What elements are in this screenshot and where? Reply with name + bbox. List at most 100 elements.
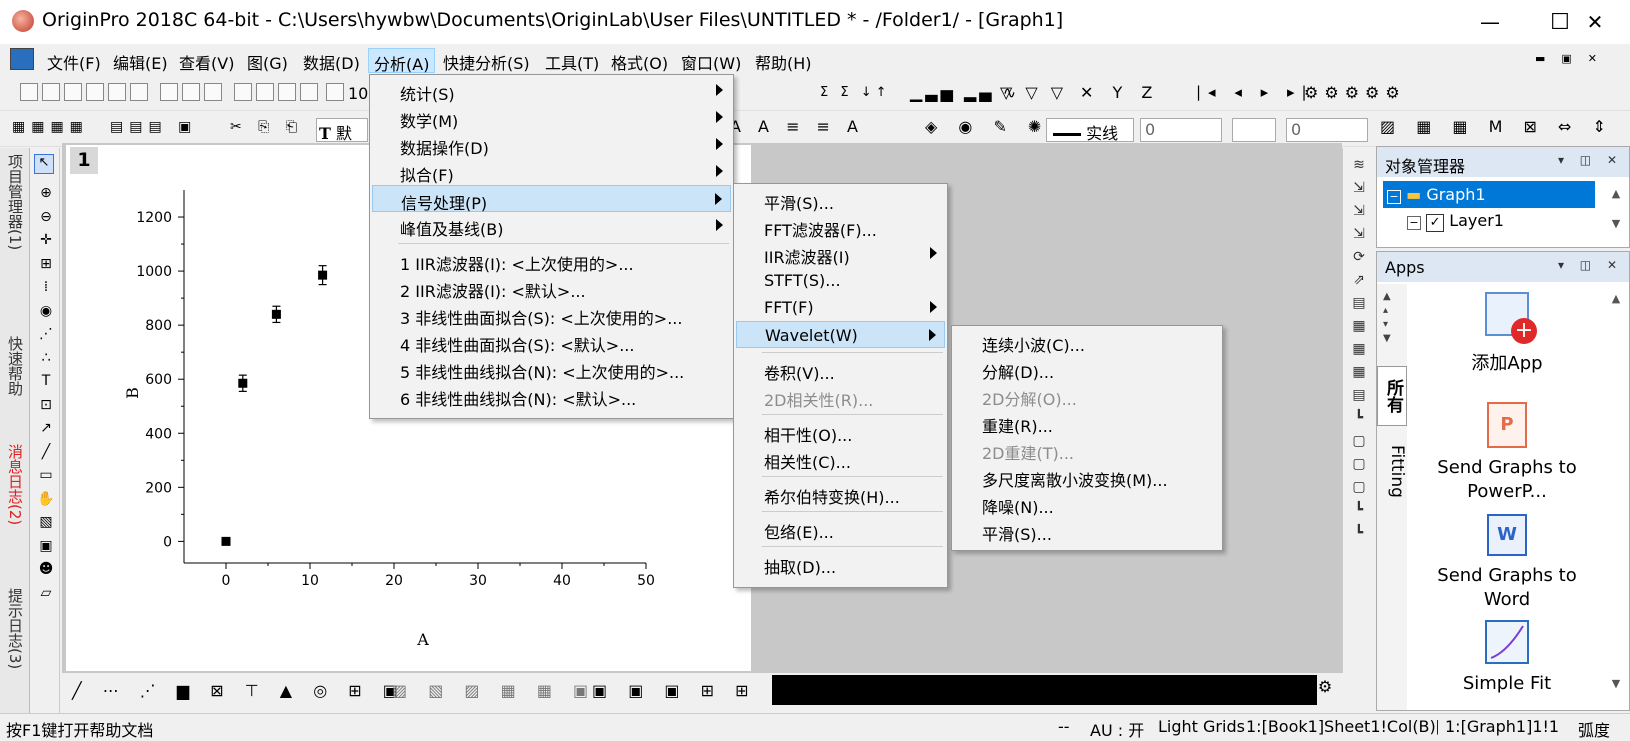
simple-fit-card[interactable]: Simple Fit <box>1407 620 1607 696</box>
status-auto-update[interactable]: AU : 开 <box>1090 717 1144 741</box>
clipboard-icons[interactable]: ✂ ⎘ ⎗ <box>230 119 303 135</box>
layer-tool-icons[interactable]: ≋ ⇲ ⇲ ⇲ ⟳ ⇗ ▤ ▦ ▦ ▦ ▤ ┗ ▢ ▢ ▢ ┗ ┗ <box>1349 154 1369 545</box>
project-manager-tab[interactable]: 项目管理器(1) <box>2 154 28 324</box>
quick-help-tab[interactable]: 快速帮助 <box>2 336 28 436</box>
menu-decimate[interactable]: 抽取(D)... <box>736 550 945 577</box>
menu-quick-analysis[interactable]: 快捷分析(S) <box>438 48 535 73</box>
send-to-powerpoint-card[interactable]: P Send Graphs to PowerP... <box>1407 402 1607 504</box>
new-layout-icon[interactable] <box>204 83 222 101</box>
menu-correlation[interactable]: 相关性(C)... <box>736 445 945 472</box>
new-project-icon[interactable] <box>20 83 38 101</box>
menu-format[interactable]: 格式(O) <box>606 48 673 73</box>
worksheet-tool-icons[interactable]: ▦▦▦▦ <box>12 119 89 135</box>
graph-tool-icon[interactable]: ⚙ <box>1312 677 1338 703</box>
menu-math[interactable]: 数学(M) <box>372 104 731 131</box>
menu-coherence[interactable]: 相干性(O)... <box>736 418 945 445</box>
menu-convolution[interactable]: 卷积(V)... <box>736 356 945 383</box>
fill-color-icons[interactable]: ◈ ◉ ✎ ✺ <box>925 117 1049 136</box>
menu-iir-filter[interactable]: IIR滤波器(I) <box>736 240 945 267</box>
menu-peaks-baseline[interactable]: 峰值及基线(B) <box>372 212 731 239</box>
new-function-icon[interactable] <box>160 83 178 101</box>
send-to-word-card[interactable]: W Send Graphs to Word <box>1407 514 1607 612</box>
recent-item-6[interactable]: 6 非线性曲线拟合(N): <默认>... <box>372 382 731 409</box>
close-button[interactable]: ✕ <box>1560 0 1630 44</box>
menu-stft[interactable]: STFT(S)... <box>736 267 945 294</box>
menu-tools[interactable]: 工具(T) <box>540 48 604 73</box>
graph-window-icon[interactable] <box>10 48 34 70</box>
menu-fitting[interactable]: 拟合(F) <box>372 158 731 185</box>
hint-log-tab[interactable]: 提示日志(3) <box>2 588 28 708</box>
recent-item-4[interactable]: 4 非线性曲面拟合(S): <默认>... <box>372 328 731 355</box>
open-template-icon[interactable] <box>256 83 274 101</box>
layout-icons[interactable]: ▨ ▦ ▦ M ⊠ ⇔ ⇕ <box>1380 117 1614 136</box>
3d-plot-icons[interactable]: ▨ ▧ ▨ ▦ ▦ ▣ <box>392 681 596 700</box>
pointer-tool-icon[interactable]: ↖ <box>34 154 54 174</box>
menu-edit[interactable]: 编辑(E) <box>108 48 173 73</box>
line-width-field[interactable]: 0 <box>1140 118 1222 142</box>
menu-statistics[interactable]: 统计(S) <box>372 77 731 104</box>
symbol-size-field[interactable]: 0 <box>1286 118 1368 142</box>
recent-item-1[interactable]: 1 IIR滤波器(I): <上次使用的>... <box>372 247 731 274</box>
open-icon[interactable] <box>234 83 252 101</box>
menu-hilbert[interactable]: 希尔伯特变换(H)... <box>736 480 945 507</box>
apps-scrollbar[interactable]: ▲ ▼ <box>1605 286 1627 706</box>
axis-icons[interactable]: ✕ Y Z <box>1080 83 1159 102</box>
recent-item-3[interactable]: 3 非线性曲面拟合(S): <上次使用的>... <box>372 301 731 328</box>
menu-data-manipulation[interactable]: 数据操作(D) <box>372 131 731 158</box>
graph-tools-icons[interactable]: ⊕ ⊖ ✛ ⊞ ⁞ ◉ ⋰ ∴ T ⊡ ↗ ╱ ▭ ✋ ▧ ▣ ☻ ▱ <box>36 182 56 605</box>
menu-reconstruct[interactable]: 重建(R)... <box>954 409 1220 436</box>
new-sheet-icon[interactable] <box>86 83 104 101</box>
layer-checkbox[interactable]: ✓ <box>1426 214 1445 232</box>
new-notes-icon[interactable] <box>182 83 200 101</box>
app-tool-icons[interactable]: ⚙⚙⚙⚙⚙ <box>1304 83 1406 102</box>
collapse-icon[interactable]: − <box>1407 216 1421 230</box>
line-style-select[interactable]: 实线 <box>1046 118 1134 143</box>
recent-item-2[interactable]: 2 IIR滤波器(I): <默认>... <box>372 274 731 301</box>
menu-continuous-wavelet[interactable]: 连续小波(C)... <box>954 328 1220 355</box>
menu-graph[interactable]: 图(G) <box>242 48 293 73</box>
column-tool-icons[interactable]: ▤▤▤ ▣ <box>110 119 197 135</box>
tree-item-graph1[interactable]: − ▬ Graph1 <box>1383 181 1595 208</box>
apps-tab-fitting[interactable]: Fitting <box>1377 434 1407 508</box>
new-workbook-icon[interactable] <box>64 83 82 101</box>
save-template-icon[interactable] <box>300 83 318 101</box>
plot-type-icons[interactable]: ╱ ⋯ ⋰ ▆ ⊠ ⊤ ▲ ◎ ⊞ ▣ <box>72 681 406 700</box>
status-angle-unit[interactable]: 弧度 <box>1578 717 1610 741</box>
menu-fft-filter[interactable]: FFT滤波器(F)... <box>736 213 945 240</box>
panel-controls-icon[interactable]: ▾ ◫ ✕ <box>1558 258 1623 272</box>
status-active-column[interactable]: 1:[Book1]Sheet1!Col(B)[1:6] <box>1246 717 1438 736</box>
tree-item-layer1[interactable]: − ✓ Layer1 <box>1407 211 1504 232</box>
apps-tab-all[interactable]: 所有 <box>1377 366 1407 426</box>
menu-decompose[interactable]: 分解(D)... <box>954 355 1220 382</box>
save-icon[interactable] <box>278 83 296 101</box>
apps-nav-icons[interactable]: ▲ ▴ ▾ ▼ <box>1383 290 1391 346</box>
menu-window[interactable]: 窗口(W) <box>676 48 746 73</box>
menu-view[interactable]: 查看(V) <box>174 48 239 73</box>
font-name-field[interactable]: T 默认 <box>316 118 368 167</box>
filter-icons[interactable]: ▽ ▽ ▽ <box>1000 83 1067 102</box>
add-app-card[interactable]: + 添加App <box>1407 292 1607 376</box>
font-size-field[interactable]: 10 <box>348 81 368 105</box>
tree-scrollbar[interactable]: ▲ ▼ <box>1605 179 1627 245</box>
status-grids[interactable]: Light Grids <box>1158 717 1245 736</box>
menu-smooth[interactable]: 平滑(S)... <box>736 186 945 213</box>
data-navigation-icons[interactable]: |◂ ◂ ▸ ▸| <box>1196 83 1314 101</box>
collapse-icon[interactable]: − <box>1387 190 1401 204</box>
menu-denoise[interactable]: 降噪(N)... <box>954 490 1220 517</box>
layout-plot-icons[interactable]: ▣ ▣ ▣ ⊞ ⊞ <box>592 681 757 700</box>
menu-envelope[interactable]: 包络(E)... <box>736 515 945 542</box>
panel-controls-icon[interactable]: ▾ ◫ ✕ <box>1558 153 1623 167</box>
recent-item-5[interactable]: 5 非线性曲线拟合(N): <上次使用的>... <box>372 355 731 382</box>
mdi-controls[interactable]: ▬▣✕ <box>1535 52 1613 65</box>
menu-signal-processing[interactable]: 信号处理(P) <box>372 185 731 213</box>
menu-analysis[interactable]: 分析(A) <box>368 48 436 74</box>
menu-multiscale-dwt[interactable]: 多尺度离散小波变换(M)... <box>954 463 1220 490</box>
menu-help[interactable]: 帮助(H) <box>750 48 817 73</box>
text-format-icons[interactable]: A A ≡ ≡ A <box>730 117 864 136</box>
math-tools-icons[interactable]: Σ Σ ↓↑ <box>820 85 890 100</box>
menu-fft[interactable]: FFT(F) <box>736 294 945 321</box>
new-folder-icon[interactable] <box>42 83 60 101</box>
new-matrix-icon[interactable] <box>108 83 126 101</box>
menu-wavelet-smooth[interactable]: 平滑(S)... <box>954 517 1220 544</box>
menu-file[interactable]: 文件(F) <box>42 48 106 73</box>
